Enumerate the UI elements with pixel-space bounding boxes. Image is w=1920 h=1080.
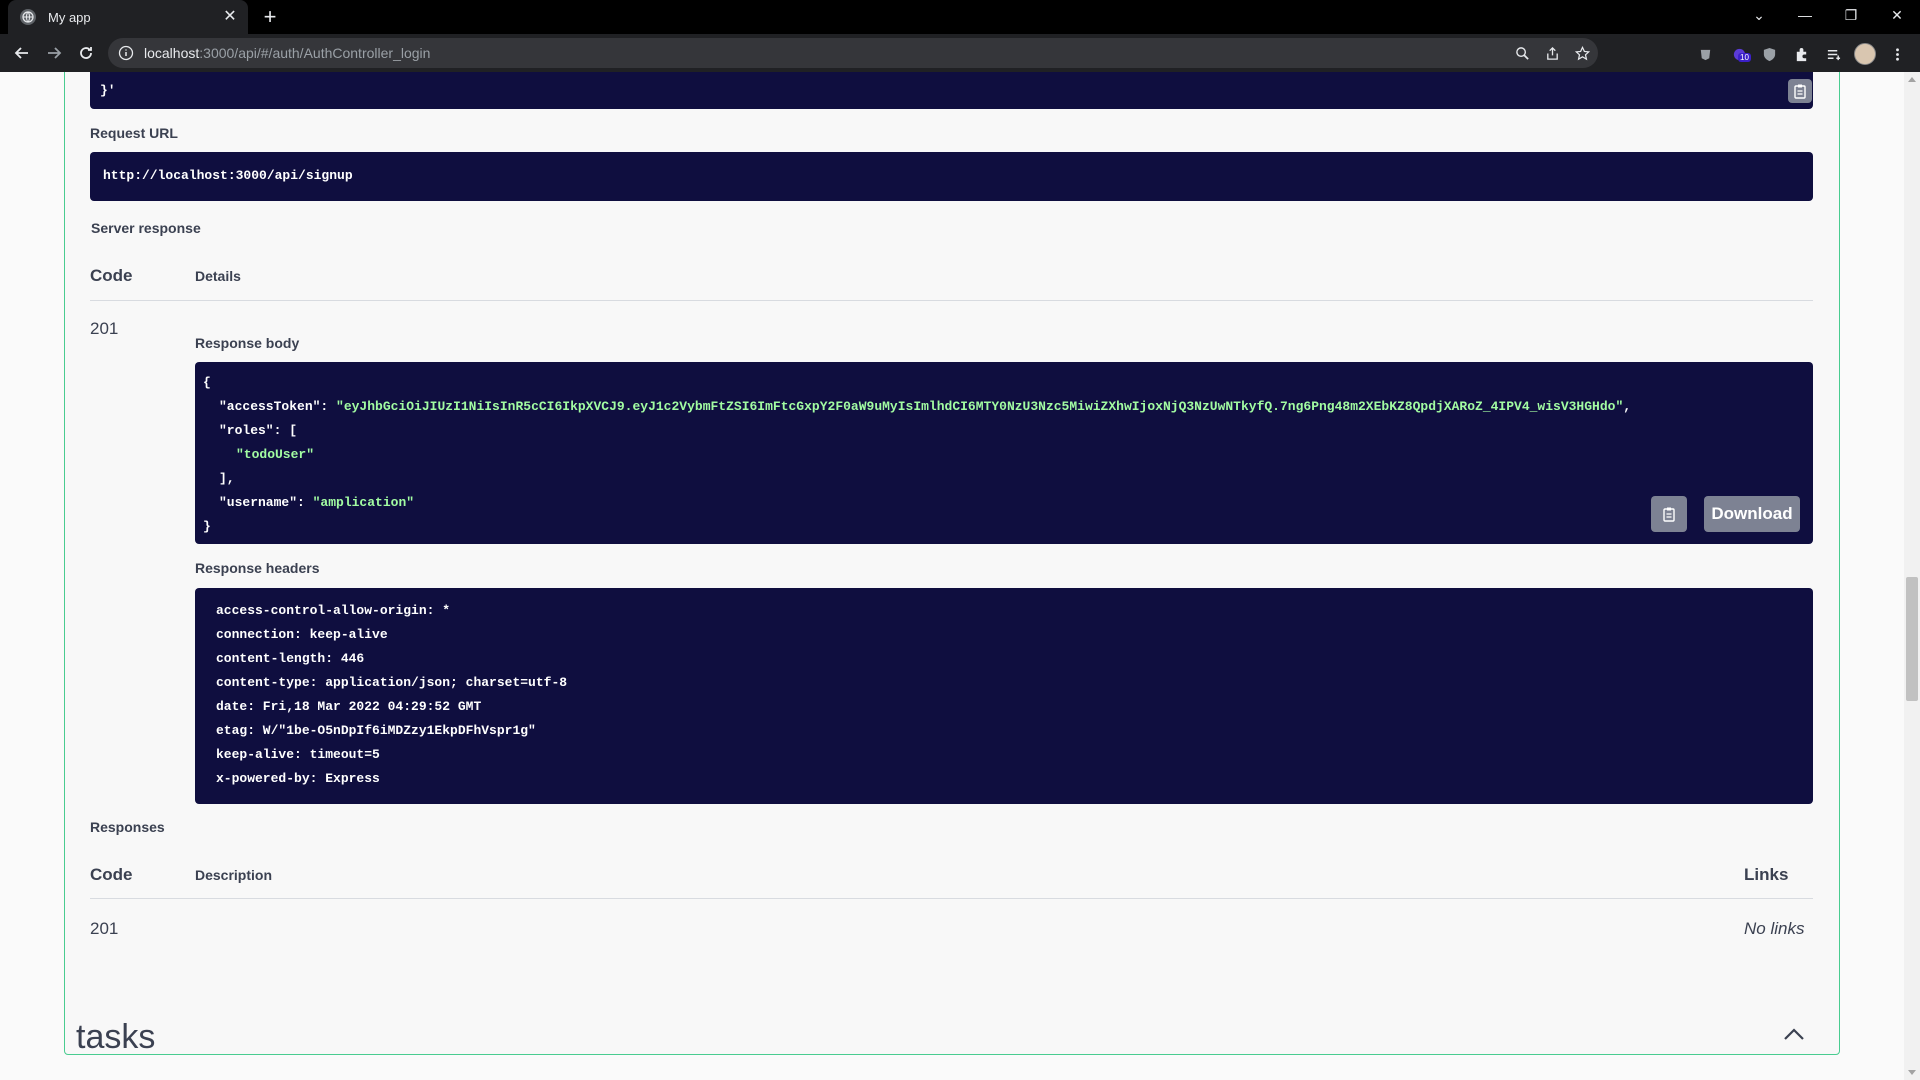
browser-tab[interactable]: My app ✕ (8, 0, 248, 34)
json-roles-close: ], (219, 471, 235, 486)
tasks-section-title[interactable]: tasks (76, 1018, 155, 1057)
response-body-label: Response body (195, 335, 300, 351)
copy-response-button[interactable] (1651, 496, 1687, 532)
address-bar[interactable]: localhost:3000/api/#/auth/AuthController… (108, 38, 1598, 68)
restore-button[interactable]: ❐ (1828, 0, 1874, 30)
responses-description-header: Description (195, 867, 273, 883)
curl-code-block: }' (90, 72, 1813, 109)
header-line: connection: keep-alive (216, 627, 388, 642)
server-details-header: Details (195, 268, 241, 284)
divider (90, 300, 1813, 301)
response-status-code: 201 (90, 319, 119, 338)
share-icon[interactable] (1542, 43, 1562, 63)
reload-icon[interactable] (72, 39, 100, 67)
scroll-thumb[interactable] (1906, 577, 1918, 701)
tab-title: My app (48, 9, 91, 25)
reading-list-icon[interactable] (1822, 43, 1844, 65)
globe-icon (20, 9, 36, 25)
minimize-button[interactable]: — (1782, 0, 1828, 30)
download-button[interactable]: Download (1704, 496, 1800, 532)
response-headers-label: Response headers (195, 560, 320, 576)
new-tab-button[interactable]: + (256, 5, 284, 29)
header-line: x-powered-by: Express (216, 771, 380, 786)
bookmark-star-icon[interactable] (1572, 43, 1592, 63)
extension-badge: 10 (1738, 53, 1751, 62)
responses-label: Responses (90, 819, 165, 835)
scroll-up-icon[interactable] (1908, 77, 1916, 82)
header-line: keep-alive: timeout=5 (216, 747, 380, 762)
responses-code-value: 201 (90, 919, 119, 938)
url-text: localhost:3000/api/#/auth/AuthController… (144, 45, 431, 61)
browser-toolbar: localhost:3000/api/#/auth/AuthController… (0, 34, 1920, 72)
response-body-block: { "accessToken": "eyJhbGciOiJIUzI1NiIsIn… (195, 362, 1813, 544)
json-username-line: "username": "amplication" (219, 495, 415, 510)
zoom-icon[interactable] (1512, 43, 1532, 63)
json-close-brace: } (203, 519, 211, 534)
header-line: etag: W/"1be-O5nDpIf6iMDZzy1EkpDFhVspr1g… (216, 723, 536, 738)
header-line: content-type: application/json; charset=… (216, 675, 568, 690)
header-line: access-control-allow-origin: * (216, 603, 451, 618)
chevron-up-icon[interactable] (1782, 1022, 1806, 1046)
json-open-brace: { (203, 375, 211, 390)
page-scrollbar[interactable] (1904, 72, 1920, 1080)
scroll-down-icon[interactable] (1908, 1070, 1916, 1075)
shield-extension-icon[interactable] (1694, 43, 1716, 65)
request-url-block: http://localhost:3000/api/signup (90, 152, 1813, 201)
request-url-label: Request URL (90, 125, 178, 141)
operation-block: }' Request URL http://localhost:3000/api… (64, 72, 1840, 1055)
request-url-value: http://localhost:3000/api/signup (103, 168, 353, 183)
extension-badge-icon[interactable]: 10 (1728, 43, 1751, 65)
browser-menu-icon[interactable] (1886, 43, 1908, 65)
response-headers-block: access-control-allow-origin: * connectio… (195, 588, 1813, 804)
close-window-button[interactable]: ✕ (1874, 0, 1920, 30)
privacy-shield-icon[interactable] (1758, 43, 1780, 65)
json-access-token-line: "accessToken": "eyJhbGciOiJIUzI1NiIsInR5… (219, 399, 1632, 414)
clipboard-icon (1663, 507, 1675, 522)
tab-search-icon[interactable]: ⌄ (1736, 0, 1782, 30)
responses-links-header: Links (1744, 865, 1789, 884)
no-links-text: No links (1744, 919, 1805, 938)
divider (90, 898, 1813, 899)
close-tab-icon[interactable]: ✕ (220, 7, 240, 27)
browser-tab-bar: My app ✕ + ⌄ — ❐ ✕ (0, 0, 1920, 34)
page-viewport: }' Request URL http://localhost:3000/api… (0, 72, 1904, 1080)
server-response-label: Server response (91, 220, 201, 236)
site-info-icon[interactable] (118, 45, 134, 61)
forward-icon[interactable] (40, 39, 68, 67)
extensions-puzzle-icon[interactable] (1790, 43, 1812, 65)
json-role-item: "todoUser" (236, 447, 315, 462)
server-code-header: Code (90, 266, 133, 285)
back-icon[interactable] (8, 39, 36, 67)
profile-avatar[interactable] (1854, 43, 1876, 65)
json-roles-line: "roles": [ (219, 423, 298, 438)
curl-tail: }' (100, 83, 116, 98)
header-line: date: Fri,18 Mar 2022 04:29:52 GMT (216, 699, 482, 714)
responses-code-header: Code (90, 865, 133, 884)
copy-curl-button[interactable] (1788, 79, 1812, 103)
clipboard-icon (1794, 84, 1806, 99)
header-line: content-length: 446 (216, 651, 365, 666)
